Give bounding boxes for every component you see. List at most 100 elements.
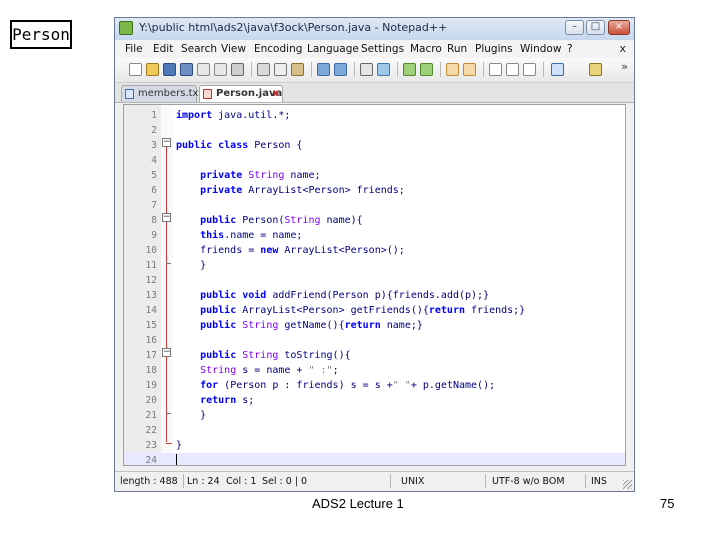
- line-number: 22: [145, 425, 157, 436]
- modified-file-icon: [203, 89, 212, 99]
- status-line: Ln : 24: [187, 476, 220, 487]
- code-line[interactable]: 7: [124, 198, 625, 213]
- cut-icon[interactable]: [257, 63, 270, 76]
- indent-guide-icon[interactable]: [523, 63, 536, 76]
- status-length: length : 488: [120, 476, 178, 487]
- zoom-in-icon[interactable]: [403, 63, 416, 76]
- minimize-button[interactable]: –: [565, 20, 584, 35]
- code-text: }: [176, 410, 207, 421]
- sync-h-icon[interactable]: [463, 63, 476, 76]
- line-number: 20: [145, 395, 157, 406]
- code-line[interactable]: 14 public ArrayList<Person> getFriends()…: [124, 303, 625, 318]
- menu-search[interactable]: Search: [181, 43, 217, 55]
- menu-window[interactable]: Window: [520, 43, 561, 55]
- menu-file[interactable]: File: [125, 43, 143, 55]
- code-line[interactable]: 21 }: [124, 408, 625, 423]
- fold-minus-icon[interactable]: −: [162, 348, 171, 357]
- close-icon[interactable]: [197, 63, 210, 76]
- code-line[interactable]: 18 String s = name + " :";: [124, 363, 625, 378]
- menu-settings[interactable]: Settings: [361, 43, 404, 55]
- fold-minus-icon[interactable]: −: [162, 213, 171, 222]
- tab-close-icon[interactable]: x: [273, 86, 279, 101]
- line-number: 4: [151, 155, 157, 166]
- menu-encoding[interactable]: Encoding: [254, 43, 302, 55]
- code-text: }: [176, 260, 207, 271]
- close-all-icon[interactable]: [214, 63, 227, 76]
- zoom-out-icon[interactable]: [420, 63, 433, 76]
- undo-icon[interactable]: [317, 63, 330, 76]
- code-text: public ArrayList<Person> getFriends(){re…: [200, 305, 526, 316]
- code-text: for (Person p : friends) s = s +" "+ p.g…: [200, 380, 496, 391]
- code-line[interactable]: 8 public Person(String name){: [124, 213, 625, 228]
- code-line[interactable]: 12: [124, 273, 625, 288]
- code-line[interactable]: 20 return s;: [124, 393, 625, 408]
- slide-footer: ADS2 Lecture 1: [312, 496, 404, 511]
- menu-help[interactable]: ?: [567, 43, 573, 55]
- code-line[interactable]: 15 public String getName(){return name;}: [124, 318, 625, 333]
- code-text: this.name = name;: [200, 230, 303, 241]
- code-editor[interactable]: 1 import java.util.*; 2 3 public class Perso…: [123, 104, 626, 466]
- code-line[interactable]: 5 private String name;: [124, 168, 625, 183]
- macro-record-icon[interactable]: [551, 63, 564, 76]
- file-icon: [125, 89, 134, 99]
- show-all-chars-icon[interactable]: [506, 63, 519, 76]
- code-line[interactable]: 3 public class Person {: [124, 138, 625, 153]
- code-text: public class Person {: [176, 140, 303, 151]
- code-line[interactable]: 19 for (Person p : friends) s = s +" "+ …: [124, 378, 625, 393]
- redo-icon[interactable]: [334, 63, 347, 76]
- code-line[interactable]: 13 public void addFriend(Person p){frien…: [124, 288, 625, 303]
- close-document-x[interactable]: x: [619, 42, 626, 55]
- code-text: String s = name + " :";: [200, 365, 339, 376]
- copy-icon[interactable]: [274, 63, 287, 76]
- menu-view[interactable]: View: [221, 43, 246, 55]
- code-line[interactable]: 2: [124, 123, 625, 138]
- paste-icon[interactable]: [291, 63, 304, 76]
- close-window-button[interactable]: ×: [608, 20, 630, 35]
- open-file-icon[interactable]: [146, 63, 159, 76]
- menu-language[interactable]: Language: [307, 43, 359, 55]
- code-line[interactable]: 17 public String toString(){: [124, 348, 625, 363]
- line-number: 15: [145, 320, 157, 331]
- macro-play-icon[interactable]: [589, 63, 602, 76]
- code-line[interactable]: 6 private ArrayList<Person> friends;: [124, 183, 625, 198]
- code-line[interactable]: 24: [124, 453, 625, 465]
- status-column: Col : 1: [226, 476, 257, 487]
- print-icon[interactable]: [231, 63, 244, 76]
- notepadpp-window: Y:\public html\ads2\java\f3ock\Person.ja…: [114, 17, 635, 492]
- fold-minus-icon[interactable]: −: [162, 138, 171, 147]
- tab-person-java[interactable]: Person.java x: [199, 85, 283, 102]
- code-line[interactable]: 11 }: [124, 258, 625, 273]
- line-number: 9: [151, 230, 157, 241]
- code-line[interactable]: 1 import java.util.*;: [124, 108, 625, 123]
- replace-icon[interactable]: [377, 63, 390, 76]
- code-line[interactable]: 16: [124, 333, 625, 348]
- code-text: friends = new ArrayList<Person>();: [176, 245, 405, 256]
- code-line[interactable]: 4: [124, 153, 625, 168]
- code-line[interactable]: 22: [124, 423, 625, 438]
- menu-plugins[interactable]: Plugins: [475, 43, 513, 55]
- toolbar-overflow-chevron-icon[interactable]: »: [621, 60, 628, 73]
- maximize-button[interactable]: □: [586, 20, 605, 35]
- menu-run[interactable]: Run: [447, 43, 467, 55]
- resize-grip-icon[interactable]: [623, 480, 632, 489]
- line-number: 21: [145, 410, 157, 421]
- find-icon[interactable]: [360, 63, 373, 76]
- code-line[interactable]: 23}: [124, 438, 625, 453]
- save-icon[interactable]: [163, 63, 176, 76]
- slide-label: Person: [10, 20, 72, 49]
- code-line[interactable]: 10 friends = new ArrayList<Person>();: [124, 243, 625, 258]
- sync-v-icon[interactable]: [446, 63, 459, 76]
- line-number: 3: [151, 140, 157, 151]
- tab-members-txt[interactable]: members.txt: [121, 85, 202, 102]
- save-all-icon[interactable]: [180, 63, 193, 76]
- line-number: 19: [145, 380, 157, 391]
- line-number: 16: [145, 335, 157, 346]
- new-file-icon[interactable]: [129, 63, 142, 76]
- code-line[interactable]: 9 this.name = name;: [124, 228, 625, 243]
- menu-edit[interactable]: Edit: [153, 43, 173, 55]
- menu-macro[interactable]: Macro: [410, 43, 442, 55]
- code-text: import java.util.*;: [176, 110, 291, 121]
- word-wrap-icon[interactable]: [489, 63, 502, 76]
- line-number: 8: [151, 215, 157, 226]
- code-text: public String toString(){: [200, 350, 351, 361]
